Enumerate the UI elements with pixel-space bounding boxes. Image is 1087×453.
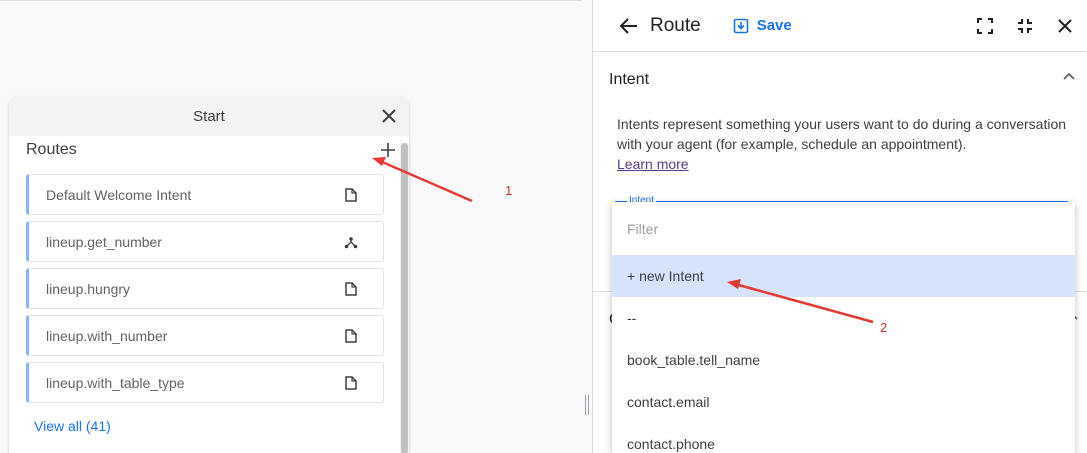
dropdown-option-new-intent[interactable]: + new Intent bbox=[612, 255, 1075, 297]
route-item[interactable]: lineup.get_number bbox=[26, 221, 384, 262]
branch-icon bbox=[343, 234, 359, 250]
route-item[interactable]: lineup.with_table_type bbox=[26, 362, 384, 403]
intent-section-header[interactable]: Intent bbox=[593, 52, 1087, 108]
route-label: lineup.with_table_type bbox=[46, 374, 185, 391]
panel-actions bbox=[975, 16, 1087, 36]
document-icon bbox=[343, 281, 359, 297]
scrollbar[interactable] bbox=[400, 143, 409, 453]
exit-fullscreen-icon[interactable] bbox=[1015, 16, 1035, 36]
dropdown-option[interactable]: book_table.tell_name bbox=[612, 339, 1075, 381]
plus-icon bbox=[381, 143, 395, 157]
dropdown-option[interactable]: contact.phone bbox=[612, 423, 1075, 453]
dropdown-option[interactable]: -- bbox=[612, 297, 1075, 339]
route-label: lineup.get_number bbox=[46, 233, 162, 250]
start-card-header: Start bbox=[9, 97, 409, 136]
route-label: Default Welcome Intent bbox=[46, 186, 192, 203]
fullscreen-icon[interactable] bbox=[975, 16, 995, 36]
dropdown-option[interactable]: contact.email bbox=[612, 381, 1075, 423]
route-item[interactable]: Default Welcome Intent bbox=[26, 174, 384, 215]
filter-row bbox=[612, 202, 1075, 255]
view-all-link[interactable]: View all (41) bbox=[34, 418, 111, 434]
panel-resize-handle[interactable] bbox=[584, 395, 590, 415]
start-page-card: Start Routes Default Welcome Intent line… bbox=[9, 97, 409, 453]
filter-input[interactable] bbox=[627, 220, 1027, 237]
scrollbar-thumb[interactable] bbox=[401, 143, 408, 453]
routes-title: Routes bbox=[26, 141, 77, 158]
route-label: lineup.hungry bbox=[46, 280, 131, 297]
annotation-marker-1: 1 bbox=[505, 183, 513, 198]
learn-more-link[interactable]: Learn more bbox=[617, 156, 689, 172]
intent-description: Intents represent something your users w… bbox=[593, 114, 1087, 174]
section-title: Intent bbox=[609, 71, 650, 88]
save-label: Save bbox=[756, 17, 792, 34]
add-route-button[interactable] bbox=[377, 139, 399, 161]
route-list: Default Welcome Intent lineup.get_number… bbox=[26, 174, 384, 409]
panel-toolbar: Route Save bbox=[593, 0, 1087, 52]
route-item[interactable]: lineup.with_number bbox=[26, 315, 384, 356]
description-text: Intents represent something your users w… bbox=[617, 116, 1067, 152]
save-button[interactable]: Save bbox=[733, 17, 792, 34]
document-icon bbox=[343, 375, 359, 391]
flow-canvas[interactable]: Start Routes Default Welcome Intent line… bbox=[0, 0, 582, 453]
route-item[interactable]: lineup.hungry bbox=[26, 268, 384, 309]
document-icon bbox=[343, 187, 359, 203]
save-icon bbox=[733, 18, 749, 33]
intent-dropdown: + new Intent -- book_table.tell_name con… bbox=[612, 202, 1075, 453]
close-icon[interactable] bbox=[379, 106, 399, 126]
close-panel-icon[interactable] bbox=[1055, 16, 1075, 36]
chevron-up-icon[interactable] bbox=[1061, 68, 1077, 84]
panel-title: Route bbox=[650, 14, 701, 36]
start-card-title: Start bbox=[193, 108, 225, 125]
routes-header: Routes bbox=[9, 138, 409, 162]
back-arrow-icon[interactable] bbox=[619, 15, 641, 37]
route-label: lineup.with_number bbox=[46, 327, 168, 344]
document-icon bbox=[343, 328, 359, 344]
annotation-marker-2: 2 bbox=[880, 320, 888, 335]
